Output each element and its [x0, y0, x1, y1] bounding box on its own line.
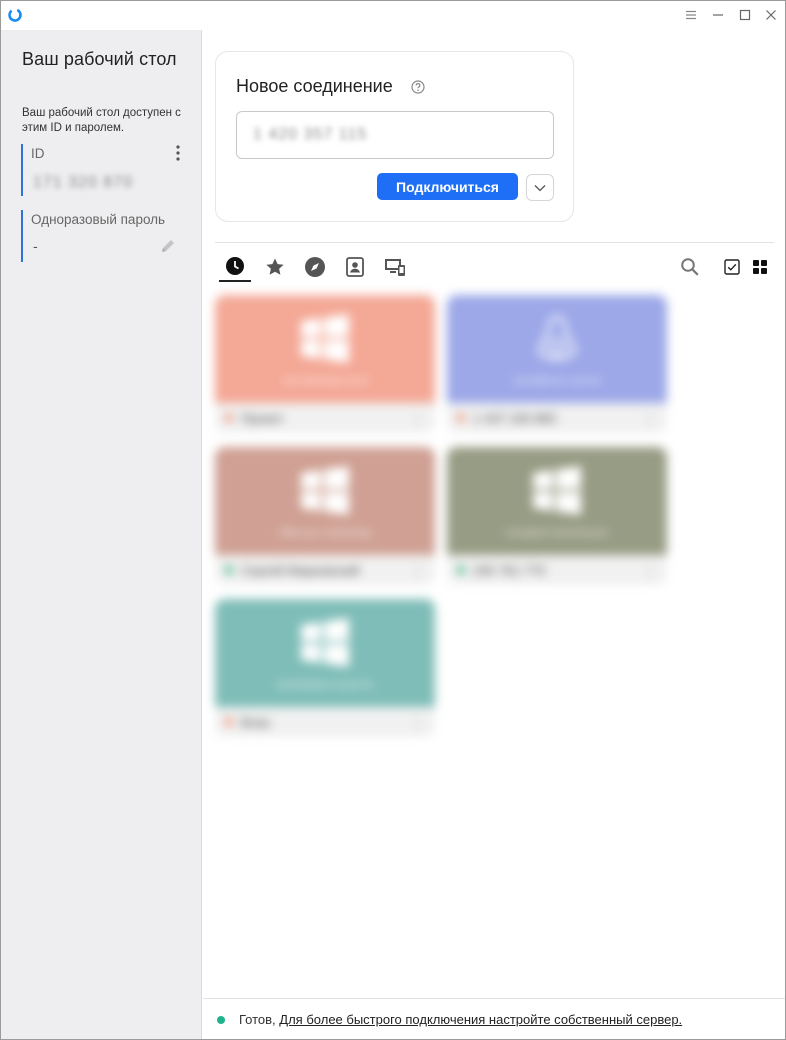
grid-view-icon	[753, 260, 767, 274]
peer-cards: win-desktop-local Проект ⋮ user@linux-serve…	[215, 295, 675, 745]
peer-status-dot	[225, 414, 233, 422]
maximize-icon[interactable]	[734, 5, 756, 25]
sidebar-description: Ваш рабочий стол доступен с этим ID и па…	[22, 107, 181, 134]
app-logo-icon	[8, 8, 22, 22]
tab-discovered[interactable]	[299, 252, 331, 282]
tab-address-book[interactable]	[339, 252, 371, 282]
windows-logo-icon	[301, 314, 349, 363]
divider	[215, 242, 774, 243]
peer-name: 1 437 230 883	[473, 411, 557, 426]
grid-view-button[interactable]	[749, 256, 771, 278]
clock-icon	[226, 257, 244, 275]
peer-card[interactable]: workstation-local-01 Влас ⋮	[215, 599, 435, 737]
status-bar: Готов, Для более быстрого подключения на…	[203, 998, 785, 1038]
peer-name: Сергей Марковский	[241, 563, 360, 578]
peer-status-dot	[457, 566, 465, 574]
password-label: Одноразовый пароль	[31, 212, 166, 227]
star-icon	[266, 258, 284, 275]
new-connection-card: Новое соединение 1 420 357 115 Подключит…	[215, 51, 574, 222]
windows-logo-icon	[533, 466, 581, 515]
close-icon[interactable]	[760, 5, 782, 25]
peer-more-icon[interactable]: ⋮	[411, 411, 424, 427]
peer-name: 245 761 770	[473, 563, 546, 578]
peer-thumbnail[interactable]: win-desktop-local	[215, 295, 435, 403]
tab-recent[interactable]	[219, 252, 251, 282]
custom-server-link[interactable]: Для более быстрого подключения настройте…	[279, 1012, 682, 1027]
peer-caption: workstation-local-01	[276, 679, 374, 691]
peer-card[interactable]: office-pc-marketing Сергей Марковский ⋮	[215, 447, 435, 585]
peer-footer: Проект ⋮	[215, 403, 435, 433]
password-field: Одноразовый пароль -	[21, 210, 191, 262]
compass-icon	[305, 257, 325, 277]
status-text: Готов, Для более быстрого подключения на…	[239, 1012, 682, 1027]
checkbox-icon	[724, 259, 740, 275]
help-icon[interactable]	[411, 80, 425, 94]
minimize-icon[interactable]	[707, 5, 729, 25]
peer-status-dot	[225, 566, 233, 574]
linux-logo-icon	[537, 315, 577, 361]
pencil-icon[interactable]	[159, 237, 177, 255]
connect-button[interactable]: Подключиться	[377, 173, 518, 200]
password-value[interactable]: -	[33, 238, 38, 254]
address-book-icon	[346, 257, 364, 277]
peer-more-icon[interactable]: ⋮	[411, 563, 424, 579]
chevron-down-icon	[534, 184, 546, 191]
status-indicator	[217, 1016, 225, 1024]
peer-name: Влас	[241, 715, 271, 730]
windows-logo-icon	[301, 618, 349, 667]
main-panel: Новое соединение 1 420 357 115 Подключит…	[203, 30, 785, 1039]
peer-name: Проект	[241, 411, 284, 426]
new-connection-title: Новое соединение	[236, 76, 393, 96]
peer-footer: Сергей Марковский ⋮	[215, 555, 435, 585]
search-button[interactable]	[679, 256, 701, 278]
id-field: ID 171 320 870	[21, 144, 191, 196]
peer-status-dot	[225, 718, 233, 726]
peer-thumbnail[interactable]: user@linux-server	[447, 295, 667, 403]
peer-footer: Влас ⋮	[215, 707, 435, 737]
peer-more-icon[interactable]: ⋮	[411, 715, 424, 731]
peer-card[interactable]: win-desktop-local Проект ⋮	[215, 295, 435, 433]
sidebar: Ваш рабочий стол Ваш рабочий стол доступ…	[1, 30, 202, 1039]
tab-devices[interactable]	[379, 252, 411, 282]
peer-footer: 1 437 230 883 ⋮	[447, 403, 667, 433]
id-label: ID	[31, 146, 45, 161]
app-window: Ваш рабочий стол Ваш рабочий стол доступ…	[0, 0, 786, 1040]
peer-card[interactable]: reception-terminal-pc 245 761 770 ⋮	[447, 447, 667, 585]
windows-logo-icon	[301, 466, 349, 515]
hamburger-menu-icon[interactable]	[680, 5, 702, 25]
sidebar-title: Ваш рабочий стол	[22, 49, 177, 69]
id-value[interactable]: 171 320 870	[33, 174, 133, 192]
select-mode-button[interactable]	[721, 256, 743, 278]
remote-id-input[interactable]: 1 420 357 115	[236, 111, 554, 159]
connect-options-button[interactable]	[526, 174, 554, 201]
peer-thumbnail[interactable]: reception-terminal-pc	[447, 447, 667, 555]
peer-caption: office-pc-marketing	[278, 527, 372, 539]
peer-caption: user@linux-server	[512, 375, 602, 387]
peer-more-icon[interactable]: ⋮	[643, 411, 656, 427]
peer-caption: reception-terminal-pc	[505, 527, 609, 539]
remote-id-value: 1 420 357 115	[253, 126, 368, 143]
peer-footer: 245 761 770 ⋮	[447, 555, 667, 585]
status-ready: Готов,	[239, 1012, 276, 1027]
peer-thumbnail[interactable]: workstation-local-01	[215, 599, 435, 707]
search-icon	[681, 258, 699, 276]
peer-caption: win-desktop-local	[282, 375, 368, 387]
tab-favorites[interactable]	[259, 252, 291, 282]
peer-status-dot	[457, 414, 465, 422]
title-bar[interactable]	[1, 1, 785, 30]
peer-thumbnail[interactable]: office-pc-marketing	[215, 447, 435, 555]
kebab-menu-icon[interactable]	[173, 144, 183, 162]
peer-more-icon[interactable]: ⋮	[643, 563, 656, 579]
devices-icon	[385, 259, 405, 276]
peer-card[interactable]: user@linux-server 1 437 230 883 ⋮	[447, 295, 667, 433]
